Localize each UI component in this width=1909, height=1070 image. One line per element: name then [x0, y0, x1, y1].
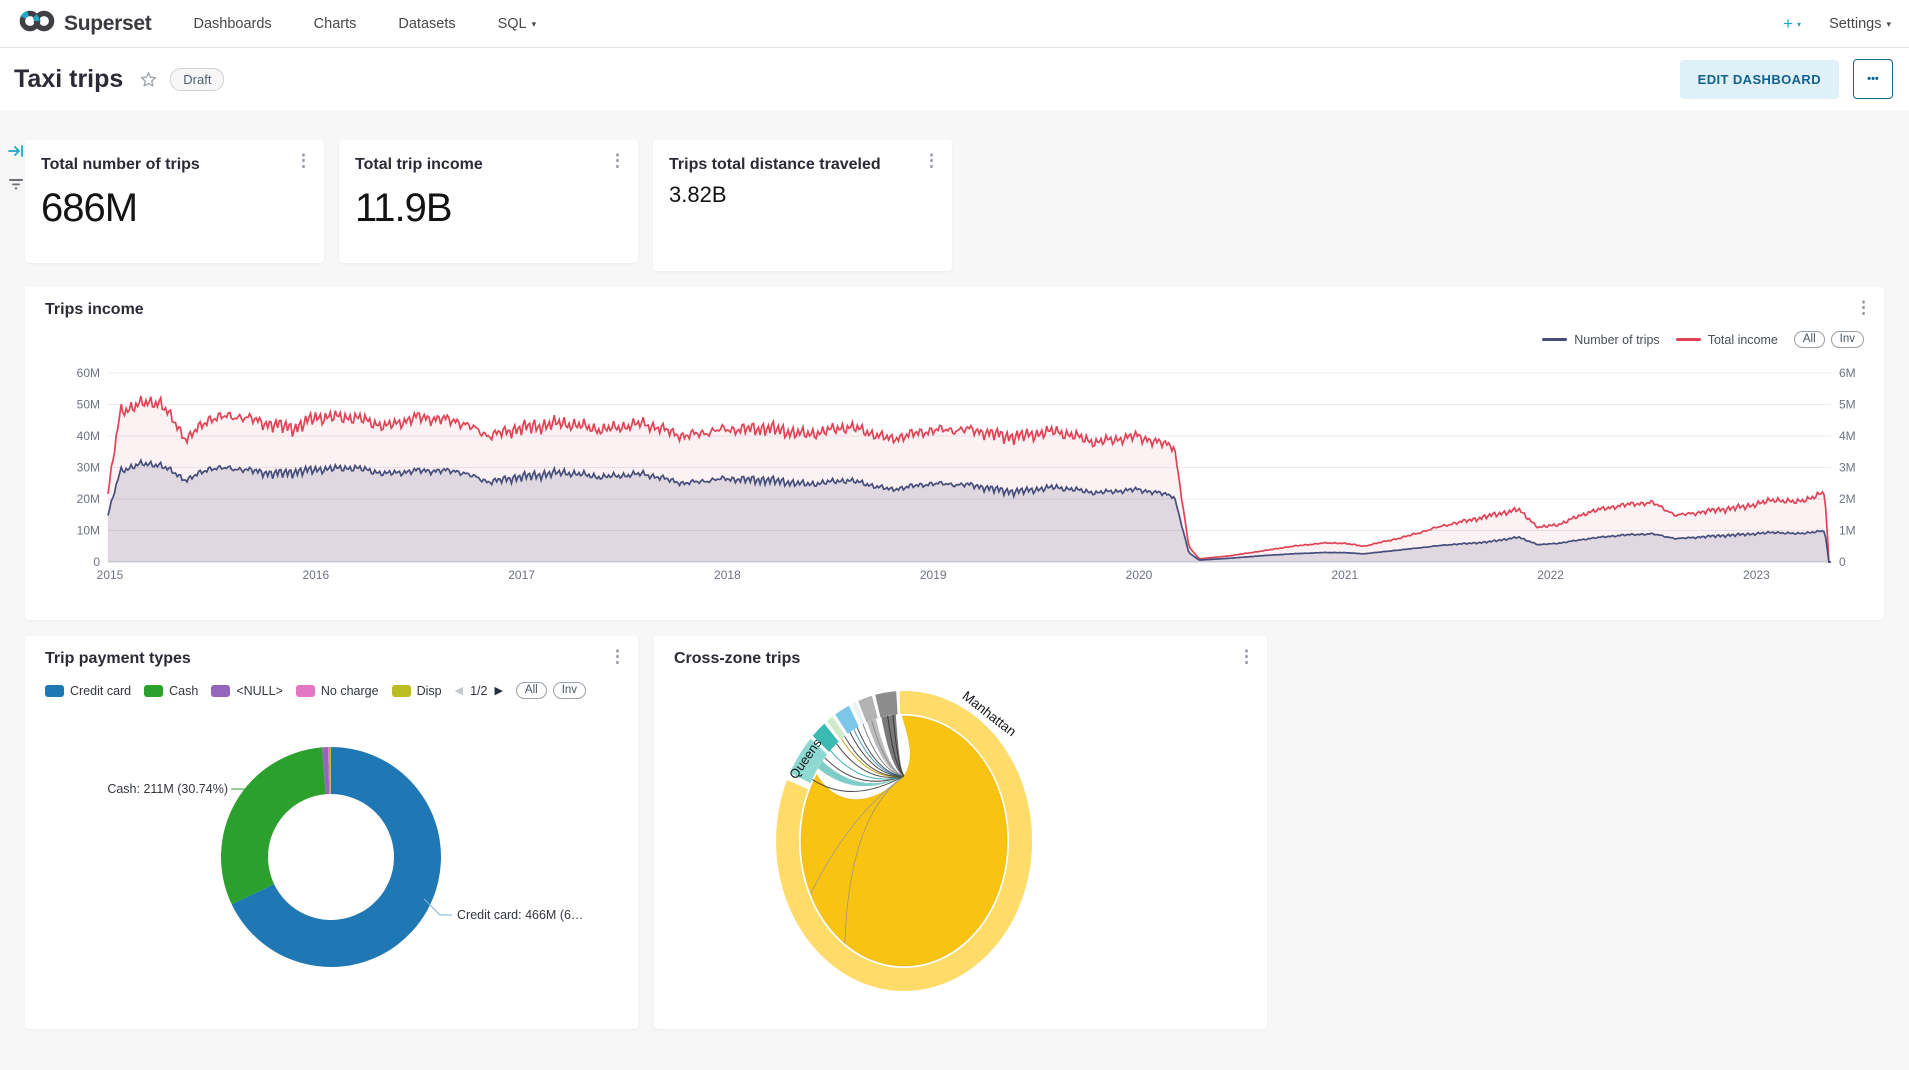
dashboard-header: Taxi trips Draft EDIT DASHBOARD ••• — [0, 48, 1909, 110]
svg-text:30M: 30M — [77, 461, 100, 475]
dashboard-grid: Total number of trips ⋮ 686M Total trip … — [0, 110, 1909, 1029]
svg-text:1M: 1M — [1839, 524, 1856, 538]
expand-filter-bar-icon[interactable] — [7, 142, 25, 160]
chevron-down-icon: ▾ — [532, 19, 537, 30]
legend-line-swatch — [1542, 338, 1567, 341]
edit-dashboard-button[interactable]: EDIT DASHBOARD — [1680, 60, 1839, 99]
kpi-card-trip-income: Total trip income ⋮ 11.9B — [339, 140, 638, 263]
svg-text:2020: 2020 — [1126, 568, 1153, 582]
kpi-card-total-trips: Total number of trips ⋮ 686M — [25, 140, 324, 263]
trip-payment-types-card: Trip payment types ⋮ Credit card Cash <N… — [25, 636, 638, 1029]
nav-item-charts[interactable]: Charts — [314, 16, 357, 32]
legend-item-total-income[interactable]: Total income — [1676, 333, 1778, 347]
kebab-menu-icon[interactable]: ⋮ — [1238, 648, 1255, 665]
svg-text:3M: 3M — [1839, 461, 1856, 475]
svg-text:2018: 2018 — [714, 568, 741, 582]
kpi-value: 3.82B — [669, 182, 936, 208]
legend-item-cash[interactable]: Cash — [144, 684, 198, 698]
svg-text:Manhattan: Manhattan — [960, 688, 1020, 739]
legend-item-number-of-trips[interactable]: Number of trips — [1542, 333, 1659, 347]
svg-text:2021: 2021 — [1331, 568, 1358, 582]
legend-page-indicator: 1/2 — [470, 684, 487, 698]
nav-menu: Dashboards Charts Datasets SQL▾ — [193, 16, 536, 32]
kebab-menu-icon[interactable]: ⋮ — [609, 152, 626, 169]
legend-line-swatch — [1676, 338, 1701, 341]
kpi-row: Total number of trips ⋮ 686M Total trip … — [25, 140, 1884, 271]
chevron-down-icon: ▾ — [1797, 20, 1801, 29]
payment-legend: Credit card Cash <NULL> No charge Disp ◀… — [45, 682, 618, 699]
svg-text:Credit card: 466M (6…: Credit card: 466M (6… — [457, 908, 583, 922]
nav-item-datasets[interactable]: Datasets — [398, 16, 455, 32]
kebab-menu-icon[interactable]: ⋮ — [1855, 299, 1872, 316]
legend-item-no-charge[interactable]: No charge — [296, 684, 379, 698]
kpi-title: Trips total distance traveled — [669, 155, 936, 176]
legend-inv-button[interactable]: Inv — [1831, 331, 1864, 348]
legend-swatch — [392, 685, 411, 697]
cross-zone-chord-chart[interactable]: Queens Manhattan — [654, 636, 1267, 1029]
more-options-button[interactable]: ••• — [1853, 59, 1893, 99]
kpi-title: Total number of trips — [41, 155, 308, 176]
brand-name: Superset — [64, 12, 151, 36]
legend-item-dispute[interactable]: Disp — [392, 684, 442, 698]
chart-title: Trips income — [45, 301, 1864, 319]
svg-text:0: 0 — [1839, 555, 1846, 569]
svg-text:2M: 2M — [1839, 492, 1856, 506]
svg-text:5M: 5M — [1839, 398, 1856, 412]
chart-title: Cross-zone trips — [674, 650, 1247, 668]
cross-zone-trips-card: Cross-zone trips ⋮ Queens Manhattan — [654, 636, 1267, 1029]
svg-text:20M: 20M — [77, 492, 100, 506]
legend-swatch — [211, 685, 230, 697]
settings-menu[interactable]: Settings▾ — [1829, 16, 1891, 32]
legend-item-credit-card[interactable]: Credit card — [45, 684, 131, 698]
status-badge: Draft — [170, 68, 224, 91]
kebab-menu-icon[interactable]: ⋮ — [609, 648, 626, 665]
trend-legend: Number of trips Total income All Inv — [1542, 331, 1864, 348]
svg-text:2015: 2015 — [97, 568, 124, 582]
svg-text:Cash: 211M (30.74%): Cash: 211M (30.74%) — [107, 782, 228, 796]
svg-text:2023: 2023 — [1743, 568, 1770, 582]
svg-text:10M: 10M — [77, 524, 100, 538]
superset-brand[interactable]: Superset — [18, 8, 151, 39]
kpi-title: Total trip income — [355, 155, 622, 176]
page-title: Taxi trips — [14, 65, 123, 94]
filter-list-icon[interactable] — [8, 176, 24, 192]
legend-inv-button[interactable]: Inv — [553, 682, 586, 699]
legend-swatch — [296, 685, 315, 697]
svg-text:2017: 2017 — [508, 568, 535, 582]
nav-item-sql[interactable]: SQL▾ — [498, 16, 537, 32]
legend-all-button[interactable]: All — [1794, 331, 1825, 348]
svg-text:2019: 2019 — [920, 568, 947, 582]
svg-text:2016: 2016 — [302, 568, 329, 582]
svg-text:0: 0 — [93, 555, 100, 569]
chevron-down-icon: ▾ — [1886, 19, 1891, 30]
legend-all-button[interactable]: All — [516, 682, 547, 699]
kpi-card-total-distance: Trips total distance traveled ⋮ 3.82B — [653, 140, 952, 271]
kebab-menu-icon[interactable]: ⋮ — [295, 152, 312, 169]
svg-text:50M: 50M — [77, 398, 100, 412]
new-item-button[interactable]: +▾ — [1783, 14, 1801, 34]
chart-title: Trip payment types — [45, 650, 618, 668]
legend-prev-page-icon[interactable]: ◀ — [455, 684, 463, 697]
legend-swatch — [45, 685, 64, 697]
svg-text:6M: 6M — [1839, 366, 1856, 380]
svg-text:4M: 4M — [1839, 429, 1856, 443]
svg-text:2022: 2022 — [1537, 568, 1564, 582]
svg-text:60M: 60M — [77, 366, 100, 380]
legend-item-null[interactable]: <NULL> — [211, 684, 283, 698]
svg-text:Queens: Queens — [786, 735, 825, 781]
nav-item-dashboards[interactable]: Dashboards — [193, 16, 271, 32]
kpi-value: 11.9B — [355, 186, 622, 231]
legend-swatch — [144, 685, 163, 697]
kpi-value: 686M — [41, 186, 308, 231]
favorite-star-icon[interactable] — [139, 70, 158, 89]
svg-text:40M: 40M — [77, 429, 100, 443]
legend-next-page-icon[interactable]: ▶ — [494, 684, 502, 697]
top-navbar: Superset Dashboards Charts Datasets SQL▾… — [0, 0, 1909, 48]
trips-income-card: Trips income ⋮ Number of trips Total inc… — [25, 287, 1884, 620]
superset-logo-icon — [18, 8, 56, 39]
kebab-menu-icon[interactable]: ⋮ — [923, 152, 940, 169]
